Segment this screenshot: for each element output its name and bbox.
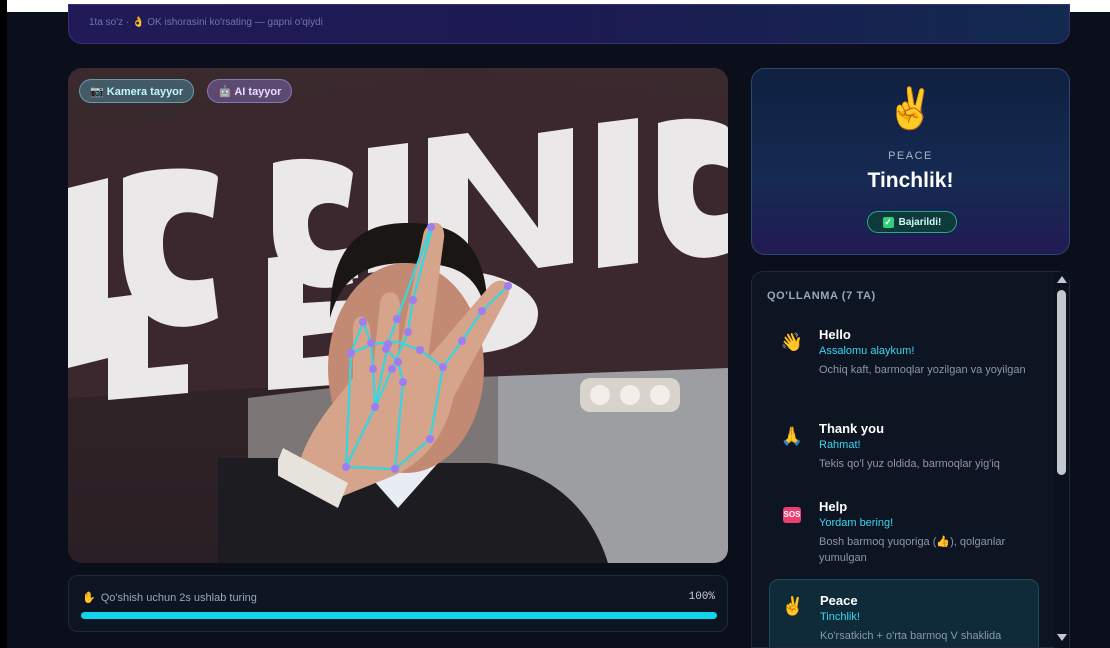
guide-item-description: Tekis qo'l yuz oldida, barmoqlar yig'iq [819,458,1000,470]
hold-progress-fill [81,612,717,619]
gesture-guide-panel[interactable]: QO'LLANMA (7 TA) 👋 Hello Assalomu alayku… [751,271,1070,648]
guide-item-description: Ochiq kaft, barmoqlar yozilgan va yoyilg… [819,364,1026,376]
hold-percent: 100% [688,591,715,603]
camera-feed-image [68,68,728,563]
guide-item-hello[interactable]: 👋 Hello Assalomu alaykum! Ochiq kaft, ba… [769,327,1039,407]
ai-status-text: 🤖 AI tayyor [218,85,282,98]
folded-hands-icon: 🙏 [780,425,804,446]
guide-title: QO'LLANMA (7 TA) [767,290,876,302]
guide-scroll-thumb[interactable] [1057,290,1066,475]
camera-view: 📷 Kamera tayyor 🤖 AI tayyor [68,68,728,563]
result-card: ✌️ PEACE Tinchlik! ✓ Bajarildi! [751,68,1070,255]
done-badge: ✓ Bajarildi! [867,211,957,233]
camera-status-text: 📷 Kamera tayyor [90,85,184,98]
victory-hand-icon: ✌️ [781,595,805,616]
raised-hand-icon: ✋ [82,592,96,604]
guide-item-uzbek: Tinchlik! [820,611,860,623]
waving-hand-icon: 👋 [780,331,804,352]
camera-status-badge: 📷 Kamera tayyor [79,79,195,103]
scroll-up-icon[interactable] [1057,276,1067,283]
guide-item-description: Bosh barmoq yuqoriga (👍), qolganlar yumu… [819,536,1006,564]
done-badge-text: Bajarildi! [898,216,942,228]
result-uzbek: Tinchlik! [867,169,954,192]
guide-item-english: Thank you [819,421,885,436]
guide-item-peace[interactable]: ✌️ Peace Tinchlik! Ko'rsatkich + o'rta b… [769,579,1039,647]
ai-status-badge: 🤖 AI tayyor [207,79,293,103]
guide-item-english: Help [819,499,848,514]
hold-progress-track [81,612,717,619]
result-english: PEACE [888,150,933,162]
guide-item-description: Ko'rsatkich + o'rta barmoq V shaklida [820,630,1002,642]
instruction-banner: 1ta so'z · 👌 OK ishorasini ko'rsating — … [68,4,1070,44]
guide-item-uzbek: Yordam bering! [819,517,894,529]
hold-label-text: Qo'shish uchun 2s ushlab turing [100,591,257,604]
check-icon: ✓ [882,216,894,228]
guide-item-english: Hello [819,327,851,342]
guide-item-uzbek: Assalomu alaykum! [819,345,915,357]
hold-progress-panel: ✋ Qo'shish uchun 2s ushlab turing 100% [68,575,728,632]
hold-label: ✋ Qo'shish uchun 2s ushlab turing [82,591,257,605]
scroll-down-icon[interactable] [1057,634,1067,641]
left-edge [0,0,7,648]
guide-item-uzbek: Rahmat! [819,439,861,451]
banner-text: 1ta so'z · 👌 OK ishorasini ko'rsating — … [89,17,323,28]
guide-item-help[interactable]: SOS Help Yordam bering! Bosh barmoq yuqo… [769,499,1039,569]
guide-item-thank-you[interactable]: 🙏 Thank you Rahmat! Tekis qo'l yuz oldid… [769,421,1039,481]
sos-icon: SOS [781,504,803,526]
victory-hand-icon: ✌️ [752,85,1069,132]
result-emoji: ✌️ [885,87,936,131]
guide-item-english: Peace [820,593,858,608]
